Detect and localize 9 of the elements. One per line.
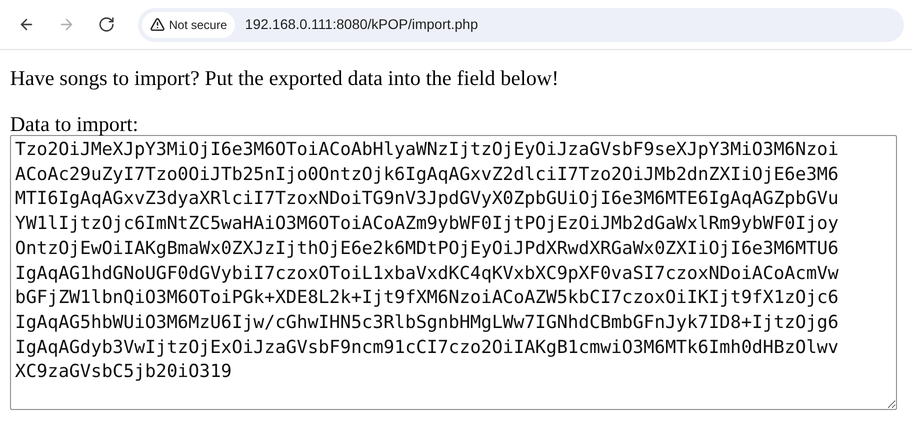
reload-icon — [98, 16, 114, 33]
intro-text: Have songs to import? Put the exported data into the field below! — [10, 66, 560, 90]
warning-icon — [150, 17, 165, 32]
import-field[interactable]: Tzo2OiJMeXJpY3MiOjI6e3M6OToiACoAbHlyaWNzIjtzOjEyOiJzaGVsbF9seXJpY3MiO3M6NzoiACoAc29uZyI7Tzo0OiJTb25nIjo0OntzOjk6IgAqAGxvZ2dlciI7Tzo2OiJMb2dnZXIiOjE6e3M6MTI6IgAqAGxvZ3dyaXRlciI7TzoxNDoiTG9nV3JpdGVyX0ZpbGUiOjI6e3M6MTE6IgAqAGZpbGVuYW1lIjtzOjc6ImNtZC5waHAiO3M6OToiACoAZm9ybWF0IjtPOjEzOiJMb2dGaWxlRm9ybWF0IjoyOntzOjEwOiIAKgBmaWx0ZXJzIjthOjE6e2k6MDtPOjEyOiJPdXRwdXRGaWx0ZXIiOjI6e3M6MTU6IgAqAG1hdGNoUGF0dGVybiI7czoxOToiL1xbaVxdKC4qKVxbXC9pXF0vaSI7czoxNDoiACoAcmVwbGFjZW1lbnQiO3M6OToiPGk+XDE8L2k+Ijt9fXM6NzoiACoAZW5kbCI7czoxOiIKIjt9fX1zOjc6IgAqAG5hbWUiO3M6MzU6Ijw/cGhwIHN5c3RlbSgnbHMgLWw7IGNhdCBmbGFnJyk7ID8+IjtzOjg6IgAqAGdyb3VwIjtzOjExOiJzaGVsbF9ncm91cCI7czo2OiIAKgB1cmwiO3M6MTk6Imh0dHBzOlwvXC9zaGVsbC5jb20iO319 — [10, 135, 897, 410]
field-label: Data to import: — [10, 112, 140, 136]
security-label: Not secure — [169, 16, 228, 34]
security-chip[interactable]: Not secure — [142, 12, 236, 38]
address-bar[interactable]: Not secure 192.168.0.111:8080/kPOP/import.php — [138, 8, 904, 42]
url-text: 192.168.0.111:8080/kPOP/import.php — [245, 15, 478, 34]
